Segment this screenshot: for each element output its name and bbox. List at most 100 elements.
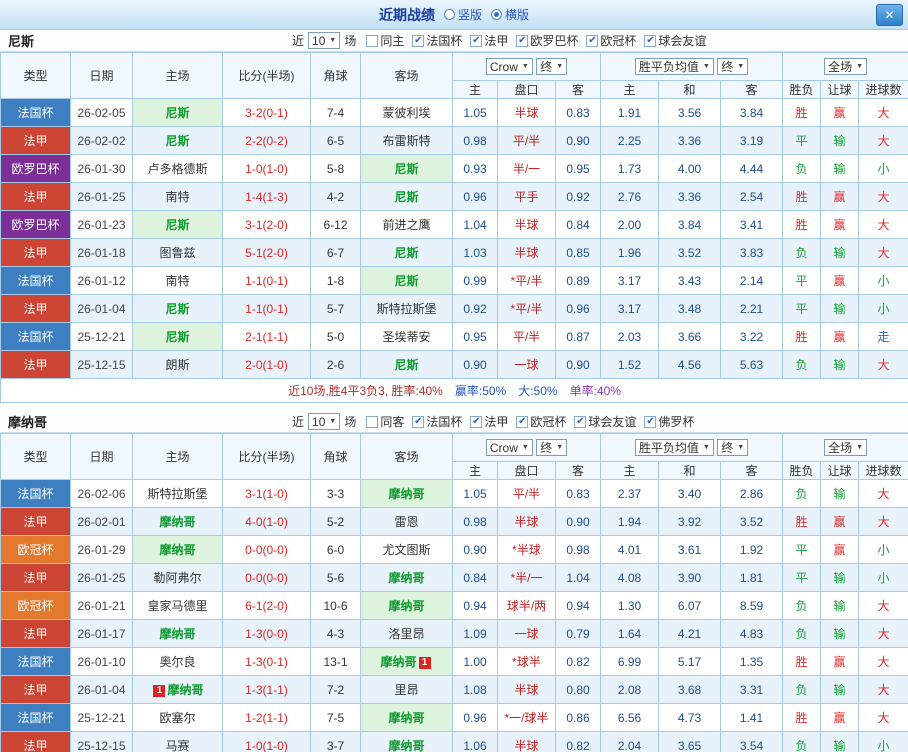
corner-cell: 3-3 <box>310 479 361 508</box>
sub-column-header: 让球 <box>820 80 860 99</box>
sub-column-header: 胜负 <box>782 461 822 480</box>
competition-badge: 法国杯 <box>0 703 71 732</box>
filter-checkbox[interactable]: ✔ 球会友谊 <box>574 413 636 430</box>
result-goals: 大 <box>858 675 908 704</box>
corner-cell: 6-0 <box>310 535 361 564</box>
result-handicap: 输 <box>820 154 860 183</box>
handicap-line: 半球 <box>497 210 556 239</box>
chevron-down-icon: ▼ <box>329 418 337 425</box>
filter-checkbox[interactable]: 同客 <box>366 413 404 430</box>
away-team-cell: 布雷斯特 <box>360 126 453 155</box>
avg-draw-odds: 3.68 <box>658 675 722 704</box>
home-team-cell: 朗斯 <box>132 350 223 379</box>
result-goals: 大 <box>858 182 908 211</box>
result-handicap: 赢 <box>820 98 860 127</box>
filter-checkbox[interactable]: ✔ 佛罗杯 <box>644 413 694 430</box>
competition-badge: 法国杯 <box>0 322 71 351</box>
scope-select[interactable]: 全场 ▼ <box>824 58 868 75</box>
odds-type-select[interactable]: 胜平负均值 ▼ <box>634 58 714 75</box>
away-team-cell: 尼斯 <box>360 154 453 183</box>
result-outcome: 负 <box>782 731 822 752</box>
result-handicap: 输 <box>820 563 860 592</box>
avg-draw-odds: 4.73 <box>658 703 722 732</box>
result-outcome: 胜 <box>782 647 822 676</box>
games-count-select[interactable]: 10 ▼ <box>308 32 341 49</box>
match-date: 26-01-23 <box>70 210 133 239</box>
column-header: 主场 <box>132 52 223 99</box>
chevron-down-icon: ▼ <box>702 444 710 451</box>
close-button[interactable]: ✕ <box>876 4 903 26</box>
result-goals: 大 <box>858 703 908 732</box>
match-row: 法甲 26-01-25 南特 1-4(1-3) 4-2 尼斯 0.96 平手 0.92 2.76 3… <box>0 182 908 211</box>
score-cell: 1-1(0-1) <box>222 294 311 323</box>
filter-checkbox[interactable]: ✔ 法国杯 <box>412 32 462 49</box>
corner-cell: 5-8 <box>310 154 361 183</box>
corner-cell: 6-5 <box>310 126 361 155</box>
home-team-cell: 尼斯 <box>132 210 223 239</box>
result-handicap: 输 <box>820 731 860 752</box>
home-team-cell: 摩纳哥 <box>132 507 223 536</box>
avg-draw-odds: 6.07 <box>658 591 722 620</box>
avg-away-odds: 4.44 <box>720 154 784 183</box>
bookmaker-select[interactable]: Crow ▼ <box>485 58 533 76</box>
sub-column-header: 主 <box>600 461 660 480</box>
filter-checkbox[interactable]: ✔ 欧罗巴杯 <box>516 32 578 49</box>
filter-checkbox[interactable]: ✔ 法甲 <box>470 413 508 430</box>
filter-checkbox[interactable]: ✔ 法甲 <box>470 32 508 49</box>
corner-cell: 5-2 <box>310 507 361 536</box>
water-home: 0.98 <box>452 507 498 536</box>
result-goals: 小 <box>858 294 908 323</box>
chevron-down-icon: ▼ <box>702 63 710 70</box>
match-row: 法国杯 26-01-12 南特 1-1(0-1) 1-8 尼斯 0.99 *平/半 0.89 3.… <box>0 266 908 295</box>
result-goals: 小 <box>858 563 908 592</box>
stage-select[interactable]: 终 ▼ <box>717 58 749 75</box>
score-cell: 5-1(2-0) <box>222 238 311 267</box>
filter-checkbox[interactable]: 同主 <box>366 32 404 49</box>
water-away: 0.80 <box>554 675 602 704</box>
scope-select[interactable]: 全场 ▼ <box>824 439 868 456</box>
avg-away-odds: 2.21 <box>720 294 784 323</box>
filter-checkbox[interactable]: ✔ 法国杯 <box>412 413 462 430</box>
handicap-line: 平/半 <box>497 479 556 508</box>
filter-checkbox[interactable]: ✔ 欧冠杯 <box>516 413 566 430</box>
column-header: 客场 <box>360 433 453 480</box>
layout-vertical-option[interactable]: 竖版 <box>443 6 482 23</box>
result-outcome: 胜 <box>782 703 822 732</box>
bookmaker-select[interactable]: Crow ▼ <box>485 439 533 457</box>
match-row: 法甲 26-01-04 1 摩纳哥 1-3(1-1) 7-2 里昂 1.08 半球 0.80 2.0… <box>0 675 908 704</box>
layout-horizontal-option[interactable]: 横版 <box>491 6 529 23</box>
layout-horizontal-label: 横版 <box>505 8 530 22</box>
water-away: 0.94 <box>554 591 602 620</box>
filter-checkbox[interactable]: ✔ 欧冠杯 <box>586 32 636 49</box>
water-away: 0.90 <box>554 350 602 379</box>
competition-badge: 欧罗巴杯 <box>0 210 71 239</box>
result-goals: 小 <box>858 154 908 183</box>
column-header: 角球 <box>310 52 361 99</box>
result-outcome: 平 <box>782 563 822 592</box>
water-away: 0.87 <box>554 322 602 351</box>
filter-checkbox[interactable]: ✔ 球会友谊 <box>644 32 706 49</box>
avg-home-odds: 2.76 <box>600 182 660 211</box>
handicap-line: 平手 <box>497 182 556 211</box>
result-handicap: 赢 <box>820 182 860 211</box>
stage-select[interactable]: 终 ▼ <box>717 439 749 456</box>
team-name: 摩纳哥 <box>8 415 48 430</box>
games-count-select[interactable]: 10 ▼ <box>308 413 341 430</box>
water-home: 1.05 <box>452 479 498 508</box>
sub-column-header: 让球 <box>820 461 860 480</box>
odds-type-select[interactable]: 胜平负均值 ▼ <box>634 439 714 456</box>
stage-select[interactable]: 终 ▼ <box>536 57 568 75</box>
score-cell: 1-1(0-1) <box>222 266 311 295</box>
away-team-cell: 摩纳哥 <box>360 479 453 508</box>
score-cell: 1-3(0-1) <box>222 647 311 676</box>
avg-draw-odds: 3.66 <box>658 322 722 351</box>
result-goals: 大 <box>858 647 908 676</box>
water-home: 0.94 <box>452 591 498 620</box>
match-row: 法国杯 26-01-10 奥尔良 1-3(0-1) 13-1 摩纳哥 1 1.00 *球半 0.8… <box>0 647 908 676</box>
sub-column-header: 客 <box>720 80 784 99</box>
stage-select[interactable]: 终 ▼ <box>536 438 568 456</box>
match-date: 26-01-17 <box>70 619 133 648</box>
handicap-line: 半球 <box>497 238 556 267</box>
avg-draw-odds: 3.65 <box>658 731 722 752</box>
filter-bar: 尼斯近 10 ▼ 场同主 ✔ 法国杯 ✔ 法甲 ✔ 欧罗巴杯 ✔ 欧冠杯 ✔ 球会友谊 <box>0 30 908 52</box>
